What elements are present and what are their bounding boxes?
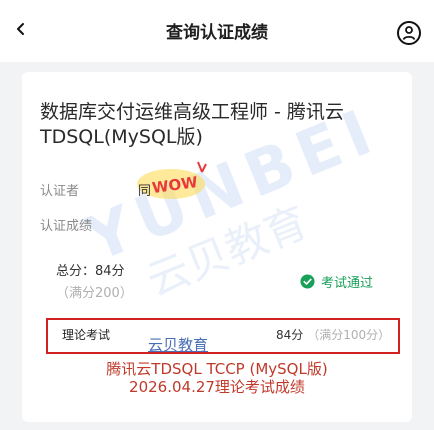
theory-score-value: 84分 [276, 328, 304, 342]
page-title: 查询认证成绩 [166, 23, 268, 43]
help-button[interactable] [396, 20, 422, 46]
certifier-value: 同 [138, 184, 152, 199]
app-header: 查询认证成绩 [0, 0, 434, 62]
certifier-label: 认证者 [40, 184, 80, 199]
help-circle-icon [397, 21, 421, 45]
theory-exam-row: 理论考试 云贝教育 84分 （满分100分） [46, 318, 400, 354]
status-text: 考试通过 [321, 276, 374, 291]
theory-score: 84分 （满分100分） [276, 326, 390, 343]
theory-full-score: （满分100分） [307, 328, 391, 342]
annotation-line-2: 2026.04.27理论考试成绩 [129, 378, 305, 396]
theory-label: 理论考试 [62, 328, 111, 342]
certificate-card: YUNBEI 云贝教育 数据库交付运维高级工程师 - 腾讯云TDSQL(MySQ… [22, 72, 412, 422]
check-circle-icon [300, 274, 315, 289]
watermark-edu: 云贝教育 [148, 336, 209, 354]
full-score: （满分200） [56, 286, 133, 301]
total-score: 总分：84分 [56, 264, 125, 279]
status-badge: 考试通过 [300, 272, 373, 291]
score-summary: 总分：84分 （满分200） 考试通过 [22, 240, 412, 304]
course-title: 数据库交付运维高级工程师 - 腾讯云TDSQL(MySQL版) [40, 101, 344, 148]
result-label: 认证成绩 [40, 219, 93, 234]
